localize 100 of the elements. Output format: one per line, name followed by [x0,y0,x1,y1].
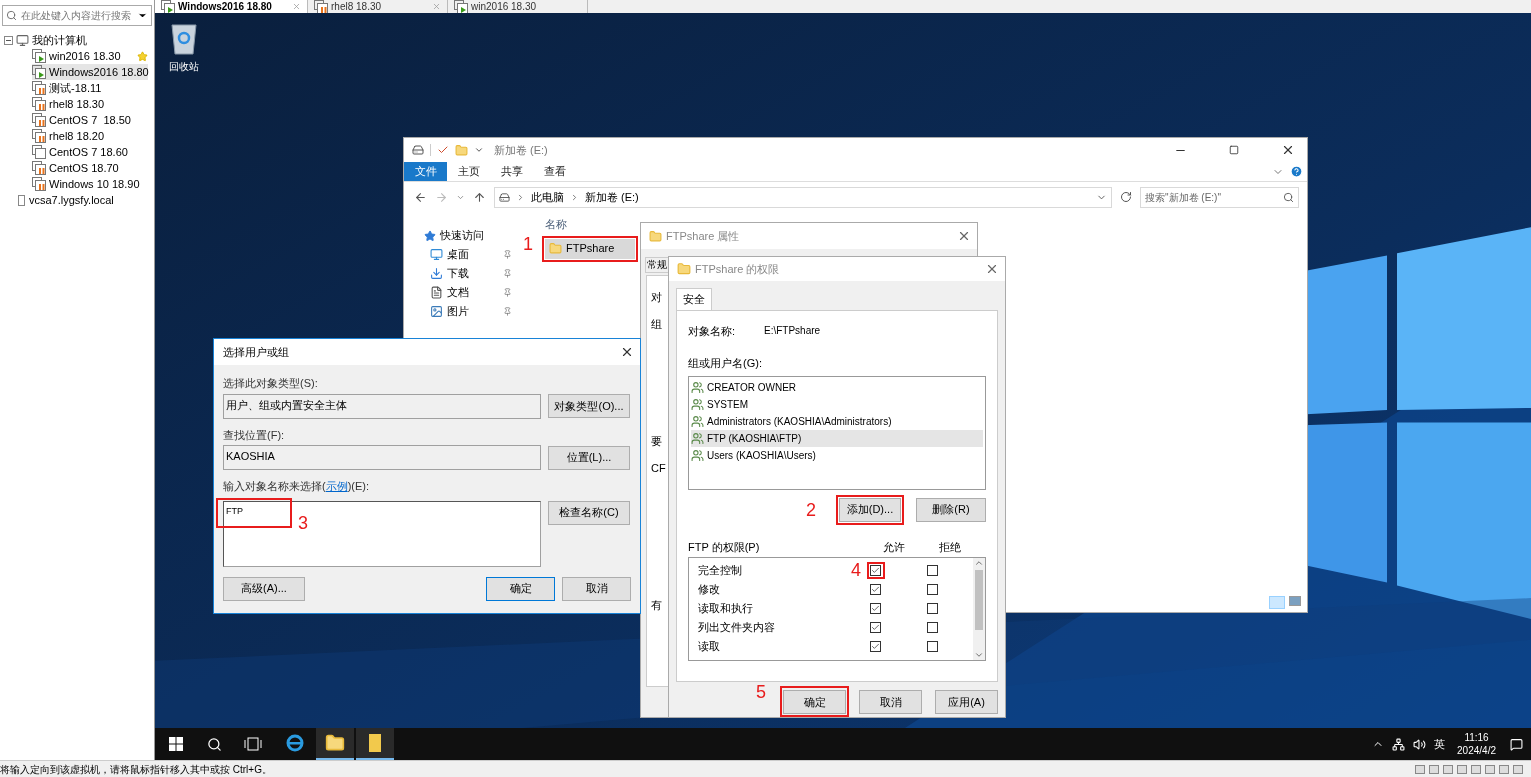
field-label: 选择此对象类型(S): [223,376,319,391]
folder-icon[interactable] [325,733,345,753]
chevron-icon [570,192,579,202]
cancel-button[interactable]: 取消 [562,576,631,601]
field-label: 组或用户名(G): [688,356,763,371]
check-names-button[interactable]: 检查名称(C) [548,500,630,525]
ribbon-tab[interactable]: 共享 [490,162,533,181]
annotation-frame [867,562,885,579]
dialog-button[interactable]: 确定 [783,689,846,714]
notification-icon[interactable] [1510,737,1523,751]
checkbox[interactable] [870,603,881,614]
checkbox[interactable] [870,641,881,652]
checkmark-icon[interactable] [437,144,449,156]
users-icon [691,397,704,411]
field-label: 组 [651,319,662,330]
ok-button[interactable]: 确定 [486,576,555,601]
network-icon[interactable] [1392,737,1406,751]
checkbox[interactable] [927,603,938,614]
vm-item[interactable]: rhel8 18.20 [32,128,148,144]
dialog-button[interactable]: 取消 [859,689,922,714]
vm-item[interactable]: Windows 10 18.90 [32,176,148,192]
vm-item[interactable]: 测试-18.11 [32,80,148,96]
input-method[interactable]: 英 [1434,735,1446,753]
vm-tab[interactable]: Windows2016 18.80 [155,0,308,13]
permission-name: 完全控制 [698,563,742,579]
scrollbar[interactable] [973,558,985,660]
close-icon[interactable] [957,229,971,243]
remove-button[interactable]: 删除(R) [916,497,986,522]
ribbon-tab[interactable]: 文件 [404,162,447,181]
checkbox[interactable] [927,565,938,576]
ribbon-tab[interactable]: 查看 [533,162,576,181]
principal-name: SYSTEM [707,397,749,412]
users-icon [691,448,704,462]
principal-item[interactable]: FTP (KAOSHIA\FTP) [691,429,983,447]
taskbar-app[interactable] [316,728,354,760]
desktop-icon[interactable]: 回收站 [169,21,199,74]
address-bar[interactable]: 此电脑 新加卷 (E:) [494,186,1112,208]
tree-item[interactable]: 我的计算机 [32,31,87,49]
object-types-button[interactable]: 对象类型(O)... [548,394,630,418]
dialog-title: 选择用户或组 [223,344,289,360]
nav-item[interactable]: 桌面 [424,247,516,262]
vm-item[interactable]: CentOS 7 18.60 [32,144,148,160]
browser-icon[interactable] [285,733,305,753]
nav-item[interactable]: 下载 [424,266,516,281]
file-item[interactable]: FTPshare [545,238,635,259]
scroll-up-icon[interactable] [974,558,984,568]
document-icon[interactable] [368,733,382,753]
vm-item[interactable]: win2016 18.30 [32,48,148,64]
ribbon-tab[interactable]: 主页 [447,162,490,181]
thumbnail-view-icon[interactable] [1289,596,1301,606]
vm-item[interactable]: CentOS 18.70 [32,160,148,176]
example-link[interactable]: 示例 [325,480,348,492]
scroll-down-icon[interactable] [974,650,984,660]
advanced-button[interactable]: 高级(A)... [223,576,305,601]
nav-item[interactable]: 图片 [424,304,516,319]
clock[interactable]: 11:16 2024/4/2 [1457,731,1496,757]
nav-item[interactable]: 文档 [424,285,516,300]
checkbox[interactable] [927,641,938,652]
principal-item[interactable]: Users (KAOSHIA\Users) [691,446,983,464]
refresh-icon[interactable] [1120,191,1132,203]
vm-item[interactable]: rhel8 18.30 [32,96,148,112]
checkbox[interactable] [927,584,938,595]
maximize-icon[interactable] [1229,145,1239,155]
vm-item[interactable]: CentOS 7 18.50 [32,112,148,128]
field-label: FTP 的权限(P) [688,539,761,555]
principal-item[interactable]: CREATOR OWNER [691,378,983,396]
task-view-icon[interactable] [244,737,262,751]
principal-item[interactable]: Administrators (KAOSHIA\Administrators) [691,412,983,430]
pin-icon[interactable] [503,269,512,278]
object-name-field[interactable]: FTP [226,504,243,518]
add-button[interactable]: 添加(D)... [839,497,901,522]
pin-icon[interactable] [503,288,512,297]
dialog-button[interactable]: 应用(A) [935,689,998,714]
checkbox[interactable] [927,622,938,633]
collapse-icon[interactable] [4,35,13,45]
close-icon[interactable] [620,345,634,359]
tab[interactable]: 常规 [645,257,669,273]
speaker-icon[interactable] [1413,737,1427,751]
nav-item[interactable]: 快速访问 [424,228,516,243]
vm-item[interactable]: Windows2016 18.80 [32,64,148,80]
search-field[interactable]: 在此处键入内容进行搜索 [2,5,152,26]
principal-item[interactable]: SYSTEM [691,395,983,413]
close-icon[interactable] [1281,143,1295,157]
taskbar-app[interactable] [356,728,394,760]
up-icon[interactable] [473,190,486,204]
tree-item[interactable]: vcsa7.lygsfy.local [29,191,114,209]
tab[interactable]: 安全 [676,288,712,310]
close-icon[interactable] [985,262,999,276]
search-icon[interactable] [207,736,222,752]
pin-icon[interactable] [503,250,512,259]
help-icon[interactable] [1290,165,1303,178]
checkbox[interactable] [870,622,881,633]
search-field[interactable]: 搜索"新加卷 (E:)" [1140,186,1299,208]
checkbox[interactable] [870,584,881,595]
location-button[interactable]: 位置(L)... [548,445,630,470]
windows-start-icon[interactable] [169,737,183,751]
pin-icon[interactable] [503,307,512,316]
back-icon[interactable] [414,190,427,204]
breadcrumb-item[interactable]: 此电脑 [531,188,564,206]
breadcrumb-item[interactable]: 新加卷 (E:) [585,188,639,206]
